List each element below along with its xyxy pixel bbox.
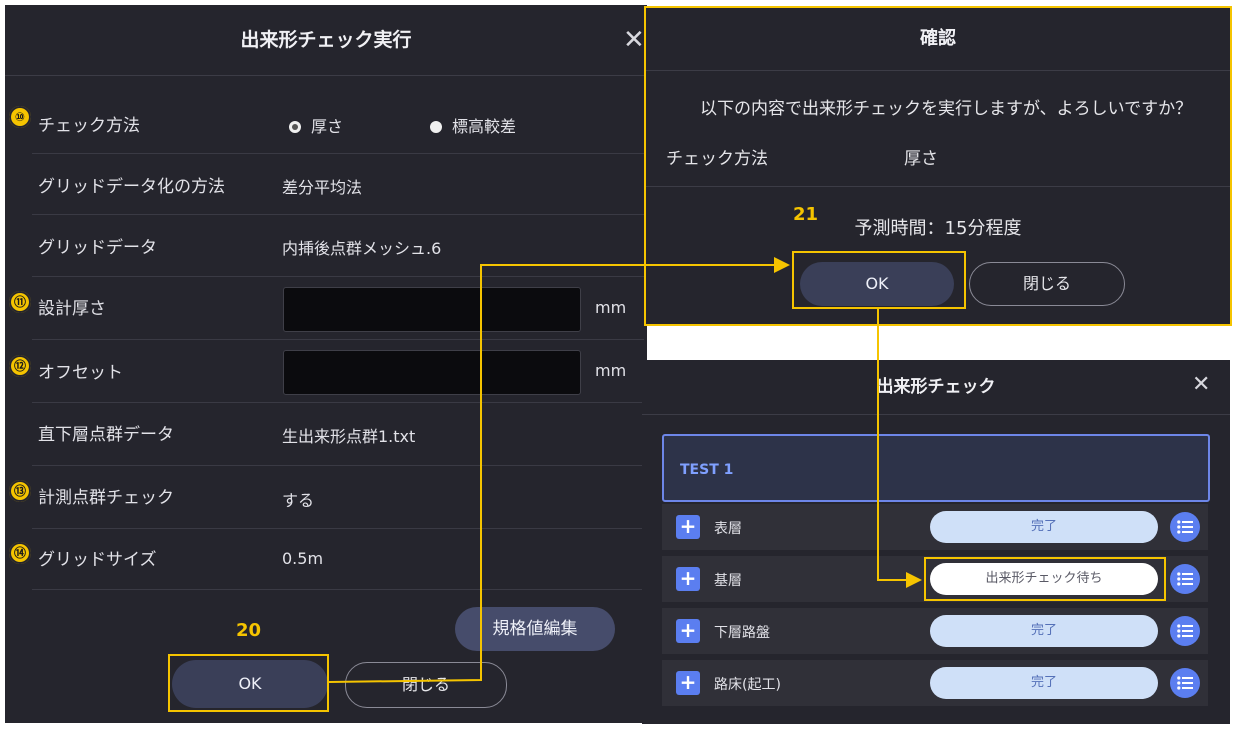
plus-icon[interactable]: + — [676, 671, 700, 695]
offset-input[interactable] — [283, 350, 581, 395]
confirm-method-value: 厚さ — [904, 149, 938, 169]
grid-data-value: 内挿後点群メッシュ.6 — [282, 239, 442, 258]
design-thickness-input[interactable] — [283, 287, 581, 332]
divider — [646, 186, 1230, 187]
layer-row: + 表層 完了 — [662, 504, 1208, 550]
layer-name: 路床(起工) — [714, 677, 781, 693]
close-icon[interactable]: ✕ — [623, 27, 645, 53]
status-badge[interactable]: 出来形チェック待ち — [930, 563, 1158, 595]
row-measure-check: 計測点群チェック する — [32, 466, 644, 529]
estimated-time: 予測時間：15分程度 — [854, 218, 1022, 239]
exec-ok-button[interactable]: OK — [172, 660, 328, 708]
exec-dialog-title: 出来形チェック実行 — [5, 5, 647, 76]
confirm-message: 以下の内容で出来形チェックを実行しますが、よろしいですか？ — [700, 99, 1193, 119]
plus-icon[interactable]: + — [676, 515, 700, 539]
check-panel: 出来形チェック ✕ TEST 1 + 表層 完了 + 基層 出来形チェック待ち … — [642, 360, 1230, 724]
confirm-method-label: チェック方法 — [666, 149, 768, 169]
exec-close-button[interactable]: 閉じる — [345, 662, 507, 708]
confirm-dialog-title: 確認 — [646, 8, 1230, 71]
layer-name: 表層 — [714, 521, 742, 537]
marker-12: ⑫ — [9, 355, 31, 377]
radio-elevation-diff[interactable]: 標高較差 — [430, 113, 516, 137]
spec-edit-button[interactable]: 規格値編集 — [455, 607, 615, 651]
plus-icon[interactable]: + — [676, 567, 700, 591]
test-name: TEST 1 — [680, 462, 734, 478]
lower-pointcloud-value: 生出来形点群1.txt — [282, 427, 416, 446]
list-menu-icon[interactable] — [1170, 564, 1200, 594]
check-method-label: チェック方法 — [38, 116, 140, 136]
confirm-ok-button[interactable]: OK — [800, 262, 954, 306]
status-badge[interactable]: 完了 — [930, 667, 1158, 699]
step-20-label: 20 — [236, 620, 262, 641]
design-thickness-unit: mm — [595, 298, 627, 317]
offset-unit: mm — [595, 361, 627, 380]
measure-check-label: 計測点群チェック — [38, 488, 174, 508]
grid-size-value: 0.5m — [282, 549, 324, 568]
row-grid-size: グリッドサイズ 0.5m — [32, 529, 644, 590]
design-thickness-label: 設計厚さ — [38, 299, 106, 319]
marker-10: ⑩ — [9, 106, 31, 128]
step-21-label: 21 — [793, 204, 819, 225]
confirm-dialog: 確認 以下の内容で出来形チェックを実行しますが、よろしいですか？ チェック方法 … — [644, 6, 1232, 326]
measure-check-value: する — [282, 491, 315, 510]
layer-name: 下層路盤 — [714, 625, 770, 641]
lower-pointcloud-label: 直下層点群データ — [38, 425, 174, 445]
confirm-close-button[interactable]: 閉じる — [969, 262, 1125, 306]
marker-11: ⑪ — [9, 291, 31, 313]
layer-row: + 下層路盤 完了 — [662, 608, 1208, 654]
grid-size-label: グリッドサイズ — [38, 550, 157, 570]
row-check-method: チェック方法 厚さ 標高較差 — [32, 93, 644, 154]
grid-method-value: 差分平均法 — [282, 178, 363, 197]
plus-icon[interactable]: + — [676, 619, 700, 643]
radio-thickness-label: 厚さ — [311, 117, 344, 136]
list-menu-icon[interactable] — [1170, 512, 1200, 542]
layer-row: + 路床(起工) 完了 — [662, 660, 1208, 706]
status-badge[interactable]: 完了 — [930, 615, 1158, 647]
layer-row: + 基層 出来形チェック待ち — [662, 556, 1208, 602]
radio-unselected-icon — [430, 121, 442, 133]
layer-name: 基層 — [714, 573, 742, 589]
radio-elevation-diff-label: 標高較差 — [452, 117, 517, 136]
marker-13: ⑬ — [9, 480, 31, 502]
grid-method-label: グリッドデータ化の方法 — [38, 177, 225, 197]
test-item[interactable]: TEST 1 — [662, 434, 1210, 502]
row-grid-data: グリッドデータ 内挿後点群メッシュ.6 — [32, 215, 644, 277]
row-grid-method: グリッドデータ化の方法 差分平均法 — [32, 154, 644, 215]
exec-check-dialog: 出来形チェック実行 ✕ チェック方法 厚さ 標高較差 ⑩ グリッドデータ化の方法… — [5, 5, 647, 723]
list-menu-icon[interactable] — [1170, 616, 1200, 646]
status-badge[interactable]: 完了 — [930, 511, 1158, 543]
list-menu-icon[interactable] — [1170, 668, 1200, 698]
offset-label: オフセット — [38, 363, 123, 383]
row-lower-pointcloud: 直下層点群データ 生出来形点群1.txt — [32, 403, 644, 466]
radio-thickness[interactable]: 厚さ — [289, 113, 343, 137]
check-panel-title: 出来形チェック — [642, 360, 1230, 415]
marker-14: ⑭ — [9, 542, 31, 564]
grid-data-label: グリッドデータ — [38, 238, 157, 258]
radio-selected-icon — [289, 121, 301, 133]
close-icon[interactable]: ✕ — [1192, 374, 1210, 396]
